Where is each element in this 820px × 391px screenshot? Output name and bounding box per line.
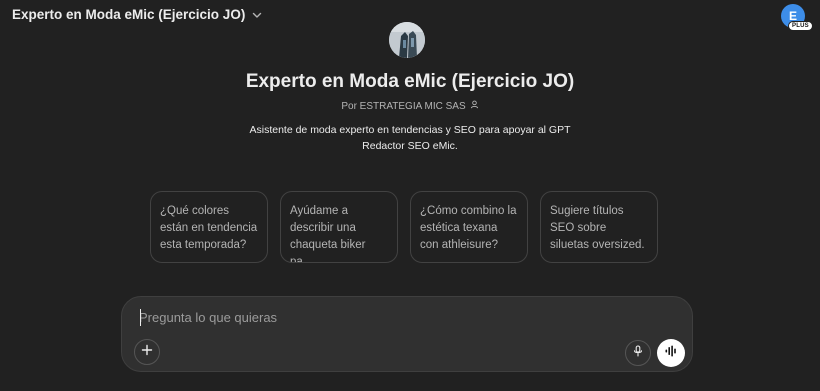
add-attachment-button[interactable] xyxy=(134,339,160,365)
prompt-composer xyxy=(121,296,693,372)
suggestion-card[interactable]: Ayúdame a describir una chaqueta biker p… xyxy=(280,191,398,263)
model-selector[interactable]: Experto en Moda eMic (Ejercicio JO) xyxy=(12,7,263,22)
gpt-title: Experto en Moda eMic (Ejercicio JO) xyxy=(245,71,575,92)
plan-badge: PLUS xyxy=(788,21,813,31)
author-text: Por ESTRATEGIA MIC SAS xyxy=(341,100,466,112)
gpt-author: Por ESTRATEGIA MIC SAS xyxy=(0,100,820,112)
suggestion-card[interactable]: ¿Qué colores están en tendencia esta tem… xyxy=(150,191,268,263)
dictate-button[interactable] xyxy=(625,340,651,366)
prompt-input[interactable] xyxy=(139,310,659,325)
person-icon xyxy=(470,100,479,112)
gpt-description: Asistente de moda experto en tendencias … xyxy=(249,124,571,152)
gpt-logo-image xyxy=(389,22,425,58)
text-caret xyxy=(140,309,141,326)
microphone-icon xyxy=(632,344,644,362)
model-title: Experto en Moda eMic (Ejercicio JO) xyxy=(12,7,246,22)
voice-mode-button[interactable] xyxy=(657,339,685,367)
voice-waveform-icon xyxy=(664,344,678,363)
user-avatar-button[interactable]: E PLUS xyxy=(781,4,813,31)
suggestion-card[interactable]: ¿Cómo combino la estética texana con ath… xyxy=(410,191,528,263)
plus-icon xyxy=(141,343,153,361)
suggestion-card[interactable]: Sugiere títulos SEO sobre siluetas overs… xyxy=(540,191,658,263)
suggestion-cards: ¿Qué colores están en tendencia esta tem… xyxy=(150,191,658,263)
chevron-down-icon xyxy=(251,9,263,21)
